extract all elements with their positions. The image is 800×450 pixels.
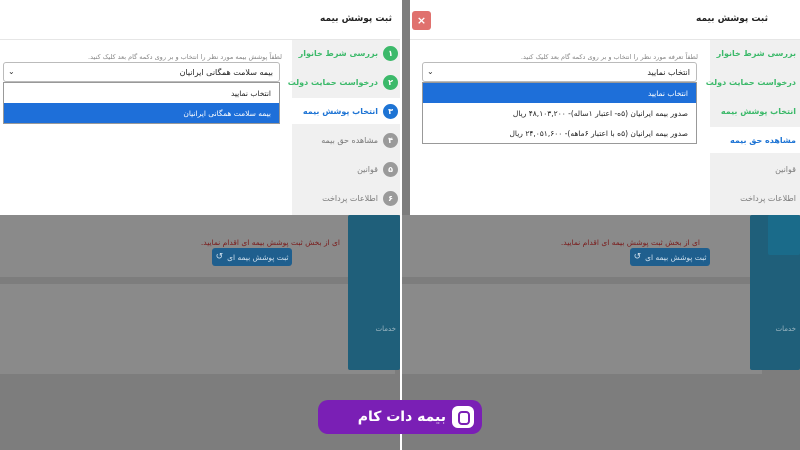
- select-value: انتخاب نمایید: [647, 67, 690, 77]
- background-services-card: [348, 215, 400, 370]
- bimeh-logo-icon: [452, 406, 474, 428]
- step-3[interactable]: ۳ انتخاب پوشش بیمه: [292, 98, 400, 124]
- tariff-dropdown: انتخاب نمایید صدور بیمه ایرانیان (۵ه- اع…: [422, 82, 697, 144]
- step-5[interactable]: ۵ قوانین: [292, 156, 400, 182]
- step-6[interactable]: ۶ اطلاعات پرداخت: [292, 185, 400, 211]
- refresh-icon: ↺: [633, 252, 642, 262]
- step-label: انتخاب پوشش بیمه: [720, 106, 796, 116]
- background-insurance-button: ثبت پوشش بیمه ای ↺: [212, 248, 292, 266]
- step-label: انتخاب پوشش بیمه: [302, 106, 378, 116]
- step-number: ۴: [383, 132, 398, 148]
- step-number: ۳: [383, 103, 398, 119]
- chevron-down-icon: ⌄: [8, 67, 15, 76]
- step-label: قوانین: [775, 164, 796, 174]
- right-screenshot-panel: ای از بخش ثبت پوشش بیمه ای اقدام نمایید.…: [402, 0, 800, 450]
- chevron-down-icon: ⌄: [427, 67, 434, 76]
- step-label: بررسی شرط خانوار: [298, 48, 378, 58]
- step-1[interactable]: ۱ بررسی شرط خانوار: [710, 40, 800, 66]
- step-label: درخواست حمایت دولت: [705, 77, 796, 87]
- step-label: اطلاعات پرداخت: [740, 193, 796, 203]
- modal-hint: لطفاً تعرفه مورد نظر را انتخاب و بر روی …: [520, 53, 698, 61]
- modal-header: ثبت پوشش بیمه: [0, 0, 400, 40]
- background-card: [0, 284, 395, 374]
- select-value: بیمه سلامت همگانی ایرانیان: [179, 67, 273, 77]
- insurance-modal: ثبت پوشش بیمه × لطفاً تعرفه مورد نظر را …: [410, 0, 800, 215]
- step-label: بررسی شرط خانوار: [716, 48, 796, 58]
- step-number: ۲: [383, 74, 398, 90]
- close-button[interactable]: ×: [412, 11, 431, 30]
- background-card: [402, 284, 762, 374]
- logo-text: بیمه دات کام: [357, 409, 446, 425]
- step-number: ۶: [383, 190, 398, 206]
- steps-sidebar: ۱ بررسی شرط خانوار ۲ درخواست حمایت دولت …: [288, 40, 400, 215]
- step-1[interactable]: ۱ بررسی شرط خانوار: [292, 40, 400, 66]
- modal-title: ثبت پوشش بیمه: [320, 14, 392, 24]
- background-button-label: ثبت پوشش بیمه ای: [227, 252, 289, 262]
- step-label: اطلاعات پرداخت: [322, 193, 378, 203]
- left-screenshot-panel: ای از بخش ثبت پوشش بیمه ای اقدام نمایید.…: [0, 0, 400, 450]
- background-teal-card: [768, 215, 800, 255]
- insurance-dropdown: انتخاب نمایید بیمه سلامت همگانی ایرانیان: [3, 82, 280, 124]
- step-number: ۱: [383, 45, 398, 61]
- background-alert-text: ای از بخش ثبت پوشش بیمه ای اقدام نمایید.: [200, 238, 340, 247]
- background-alert-text: ای از بخش ثبت پوشش بیمه ای اقدام نمایید.: [560, 238, 700, 247]
- step-4[interactable]: ۴ مشاهده حق بیمه: [710, 127, 800, 153]
- background-services-label: خدمات: [775, 325, 796, 333]
- step-2[interactable]: ۲ درخواست حمایت دولت: [288, 69, 400, 95]
- step-label: مشاهده حق بیمه: [729, 135, 796, 145]
- close-icon: ×: [416, 14, 427, 27]
- step-number: ۵: [383, 161, 398, 177]
- dropdown-option[interactable]: انتخاب نمایید: [4, 83, 279, 103]
- dropdown-option[interactable]: صدور بیمه ایرانیان (۵ه با اعتبار ۶ماهه)-…: [423, 123, 696, 143]
- modal-hint: لطفاً پوشش بیمه مورد نظر را انتخاب و بر …: [88, 53, 282, 61]
- background-services-label: خدمات: [375, 325, 396, 333]
- background-insurance-button: ثبت پوشش بیمه ای ↺: [630, 248, 710, 266]
- dropdown-option-selected[interactable]: بیمه سلامت همگانی ایرانیان: [4, 103, 279, 123]
- steps-sidebar: ۱ بررسی شرط خانوار ۲ درخواست حمایت دولت …: [706, 40, 800, 215]
- dropdown-option-selected[interactable]: انتخاب نمایید: [423, 83, 696, 103]
- step-label: درخواست حمایت دولت: [287, 77, 378, 87]
- step-4[interactable]: ۴ مشاهده حق بیمه: [292, 127, 400, 153]
- insurance-modal: ثبت پوشش بیمه لطفاً پوشش بیمه مورد نظر ر…: [0, 0, 400, 215]
- step-label: قوانین: [357, 164, 378, 174]
- step-3[interactable]: ۳ انتخاب پوشش بیمه: [710, 98, 800, 124]
- step-label: مشاهده حق بیمه: [321, 135, 378, 145]
- refresh-icon: ↺: [215, 252, 224, 262]
- dropdown-option[interactable]: صدور بیمه ایرانیان (۵ه- اعتبار ۱ساله)- ۴…: [423, 103, 696, 123]
- step-6[interactable]: ۶ اطلاعات پرداخت: [710, 185, 800, 211]
- background-button-label: ثبت پوشش بیمه ای: [645, 252, 707, 262]
- step-2[interactable]: ۲ درخواست حمایت دولت: [706, 69, 800, 95]
- modal-header: ثبت پوشش بیمه ×: [410, 0, 800, 40]
- tariff-select[interactable]: انتخاب نمایید ⌄: [422, 62, 697, 82]
- insurance-select[interactable]: بیمه سلامت همگانی ایرانیان ⌄: [3, 62, 280, 82]
- step-5[interactable]: ۵ قوانین: [710, 156, 800, 182]
- brand-logo: بیمه دات کام: [318, 400, 482, 434]
- modal-title: ثبت پوشش بیمه: [696, 14, 768, 24]
